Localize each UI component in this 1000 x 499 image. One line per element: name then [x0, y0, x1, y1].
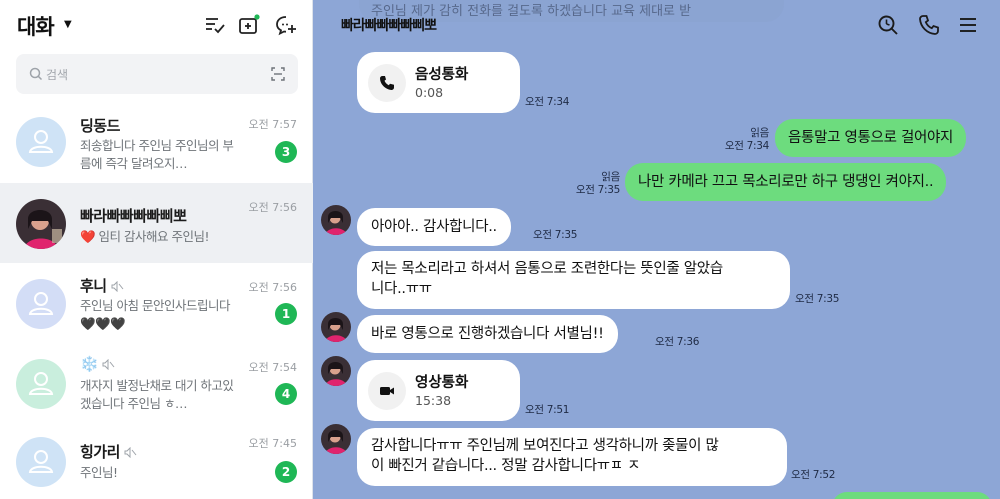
message-time: 오전 7:51 [525, 404, 570, 416]
chat-preview: 죄송합니다 주인님 주인님의 부름에 즉각 달려오지… [80, 138, 234, 171]
avatar-photo [16, 199, 66, 249]
new-chat-icon[interactable] [275, 14, 297, 36]
mute-icon [124, 447, 137, 458]
mute-icon [111, 281, 123, 292]
message-meta: 읽음 오전 7:35 [575, 171, 620, 197]
message-line: 이 빠진거 같습니다... 정말 감사합니다ㅠㅍ ㅈ [371, 458, 641, 474]
other-message-bubble[interactable]: 감사합니다ㅠㅠ 주인님께 보여진다고 생각하니까 좆물이 많 이 빠진거 같습니… [357, 428, 787, 486]
scan-icon[interactable] [270, 66, 286, 82]
chat-list-panel: 대화 ▼ 검색 딩동드 죄송합니다 주인님 주인님의 부름에 즉각 달려오지… … [0, 0, 313, 499]
chat-name: ❄️ [80, 355, 99, 373]
chat-name: 빠라빠빠빠빠삐뽀 [80, 207, 187, 225]
sender-avatar[interactable] [321, 356, 351, 386]
search-icon[interactable] [877, 14, 899, 36]
my-message-bubble[interactable]: 나만 카메라 끄고 목소리로만 하구 댕댕인 켜야지.. [625, 163, 947, 201]
message-line: 니다..ㅠㅠ [371, 281, 432, 297]
call-duration: 15:38 [415, 393, 452, 408]
message-meta: 읽음 오전 7:34 [724, 127, 769, 153]
other-message-bubble[interactable]: 아아아.. 감사합니다.. [357, 208, 511, 246]
message-time: 오전 7:35 [533, 229, 578, 241]
unread-badge: 2 [275, 461, 297, 483]
call-icon-circle [368, 64, 406, 102]
chat-name-wrap: 후니 [80, 275, 124, 296]
call-duration: 0:08 [415, 85, 444, 100]
chat-name-wrap: ❄️ [80, 355, 115, 373]
chat-name-wrap: 힝가리 [80, 441, 137, 462]
chat-name: 힝가리 [80, 443, 120, 461]
avatar [16, 359, 66, 409]
chat-row[interactable]: ❄️ 개자지 발정난채로 대기 하고있겠습니다 주인님 ㅎ… 오전 7:54 4 [0, 343, 313, 423]
video-camera-icon [380, 387, 394, 395]
chat-name: 딩동드 [80, 117, 120, 135]
sender-avatar[interactable] [321, 424, 351, 454]
chat-time: 오전 7:56 [248, 281, 297, 294]
call-type-label: 영상통화 [415, 375, 469, 391]
video-call-message[interactable]: 영상통화 15:38 [357, 360, 520, 421]
unread-badge: 4 [275, 383, 297, 405]
avatar [16, 437, 66, 487]
search-icon [29, 67, 43, 81]
search-bar[interactable]: 검색 [16, 54, 298, 94]
message-line: 감사합니다ㅠㅠ 주인님께 보여진다고 생각하니까 좆물이 많 [371, 438, 719, 454]
chat-preview: 주인님 아침 문안인사드립니다🖤🖤🖤 [80, 298, 230, 331]
message-time: 오전 7:52 [791, 469, 836, 481]
chat-preview: ❤️ 임티 감사해요 주인님! [80, 229, 210, 244]
sender-avatar[interactable] [321, 312, 351, 342]
chat-time: 오전 7:56 [248, 201, 297, 214]
message-time: 오전 7:34 [525, 96, 570, 108]
my-message-bubble-partial[interactable] [832, 492, 992, 499]
read-status: 읽음 [750, 127, 769, 139]
message-time: 오전 7:35 [575, 184, 620, 196]
chat-room: 주인님 제가 감히 전화를 걸도록 하겠습니다 교육 제대로 받 빠라빠빠빠빠삐… [314, 0, 1000, 499]
message-time: 오전 7:34 [724, 140, 769, 152]
chat-name: 후니 [80, 277, 107, 295]
call-icon-circle [368, 372, 406, 410]
phone-icon [380, 76, 394, 90]
other-message-bubble[interactable]: 바로 영통으로 진행하겠습니다 서별님!! [357, 315, 618, 353]
message-line: 저는 목소리라고 하셔서 음통으로 조련한다는 뜻인줄 알았습 [371, 261, 723, 277]
folder-add-icon[interactable] [238, 14, 260, 36]
chat-list-title[interactable]: 대화 [17, 11, 55, 41]
unread-badge: 1 [275, 303, 297, 325]
chat-time: 오전 7:45 [248, 437, 297, 450]
chat-preview: 개자지 발정난채로 대기 하고있겠습니다 주인님 ㅎ… [80, 378, 234, 411]
avatar [16, 117, 66, 167]
message-time: 오전 7:35 [795, 293, 840, 305]
message-time: 오전 7:36 [655, 336, 700, 348]
chat-row[interactable]: 힝가리 주인님! 오전 7:45 2 [0, 423, 313, 499]
sender-avatar[interactable] [321, 205, 351, 235]
avatar [16, 279, 66, 329]
chat-time: 오전 7:57 [248, 118, 297, 131]
mute-icon [102, 359, 115, 370]
voice-call-message[interactable]: 음성통화 0:08 [357, 52, 520, 113]
chat-preview: 주인님! [80, 465, 118, 480]
chat-row[interactable]: 후니 주인님 아침 문안인사드립니다🖤🖤🖤 오전 7:56 1 [0, 263, 313, 343]
chat-time: 오전 7:54 [248, 361, 297, 374]
menu-icon[interactable] [957, 14, 979, 36]
chat-row-selected[interactable]: 빠라빠빠빠빠삐뽀 ❤️ 임티 감사해요 주인님! 오전 7:56 [0, 183, 313, 263]
my-message-bubble[interactable]: 음통말고 영통으로 걸어야지 [775, 119, 967, 157]
call-type-label: 음성통화 [415, 67, 469, 83]
edit-list-icon[interactable] [203, 14, 225, 36]
chat-room-title: 빠라빠빠빠빠삐뽀 [341, 18, 437, 34]
chat-row[interactable]: 딩동드 죄송합니다 주인님 주인님의 부름에 즉각 달려오지… 오전 7:57 … [0, 103, 313, 183]
caret-down-icon[interactable]: ▼ [64, 19, 72, 30]
unread-badge: 3 [275, 141, 297, 163]
other-message-bubble[interactable]: 저는 목소리라고 하셔서 음통으로 조련한다는 뜻인줄 알았습 니다..ㅠㅠ [357, 251, 790, 309]
chat-list-header: 대화 ▼ [0, 0, 313, 50]
phone-icon[interactable] [918, 14, 940, 36]
read-status: 읽음 [601, 171, 620, 183]
search-placeholder: 검색 [46, 68, 69, 82]
